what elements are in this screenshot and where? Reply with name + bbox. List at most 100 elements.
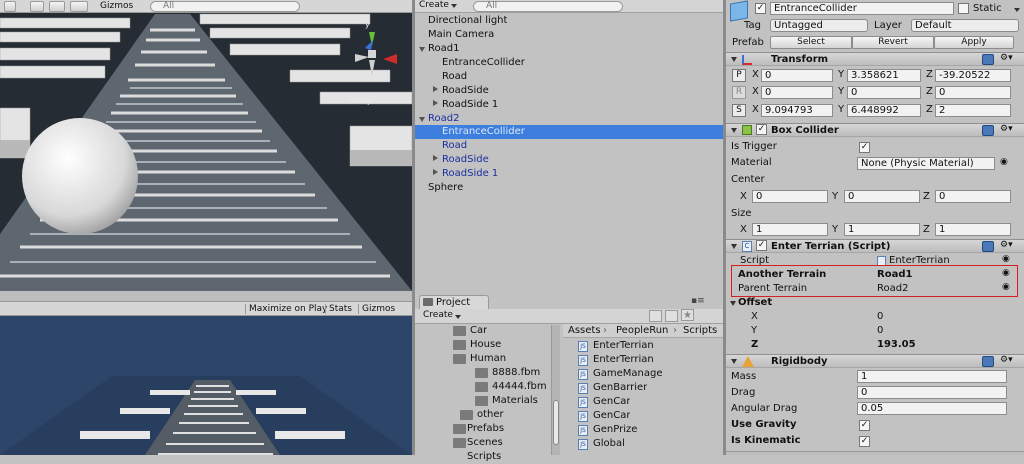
hierarchy-item[interactable]: Main Camera	[428, 28, 494, 42]
favorite-star-icon[interactable]: ★	[681, 309, 694, 321]
hierarchy-item[interactable]: Sphere	[428, 181, 463, 195]
transform-header[interactable]: Transform ⚙▾	[726, 52, 1024, 66]
object-picker-icon[interactable]: ◉	[1002, 268, 1010, 278]
tree-item[interactable]: Materials	[492, 394, 538, 408]
expand-arrow-icon[interactable]	[419, 47, 425, 52]
tab-project[interactable]: Project	[419, 295, 489, 309]
offset-z-value[interactable]: 193.05	[877, 339, 916, 350]
center-x-field[interactable]: 0	[752, 190, 828, 203]
collapse-arrow-icon[interactable]	[433, 100, 438, 106]
foldout-arrow-icon[interactable]	[731, 128, 737, 133]
offset-y-value[interactable]: 0	[877, 325, 883, 336]
material-field[interactable]: None (Physic Material)	[857, 157, 995, 170]
splitter[interactable]	[0, 291, 412, 301]
another-terrain-field[interactable]: Road1	[877, 269, 912, 280]
scale-y-field[interactable]: 6.448992	[847, 104, 921, 117]
hierarchy-item[interactable]: RoadSide 1	[442, 98, 498, 112]
rotation-reset-button[interactable]: R	[732, 86, 746, 99]
size-x-field[interactable]: 1	[752, 223, 828, 236]
is-kinematic-checkbox[interactable]: ✓	[859, 436, 870, 447]
hierarchy-item[interactable]: Road	[442, 139, 467, 153]
tree-scrollbar-thumb[interactable]	[553, 400, 559, 445]
file-item[interactable]: GenCar	[593, 409, 630, 423]
tag-dropdown[interactable]: Untagged	[770, 19, 868, 32]
scale-reset-button[interactable]: S	[732, 104, 746, 117]
component-menu-icon[interactable]: ⚙▾	[1000, 355, 1013, 365]
file-item[interactable]: GenPrize	[593, 423, 637, 437]
persp-label[interactable]: Persp	[348, 96, 373, 106]
enter-terrain-header[interactable]: C ✓ Enter Terrian (Script) ⚙▾	[726, 239, 1024, 253]
use-gravity-checkbox[interactable]: ✓	[859, 420, 870, 431]
prefab-revert-button[interactable]: Revert	[852, 36, 934, 49]
hierarchy-item-selected[interactable]: EntranceCollider	[442, 125, 525, 139]
position-y-field[interactable]: 3.358621	[847, 69, 921, 82]
position-z-field[interactable]: -39.20522	[935, 69, 1011, 82]
size-z-field[interactable]: 1	[935, 223, 1011, 236]
hierarchy-item[interactable]: RoadSide	[442, 84, 489, 98]
collapse-arrow-icon[interactable]	[433, 169, 438, 175]
breadcrumb-item[interactable]: PeopleRun	[616, 325, 668, 336]
foldout-arrow-icon[interactable]	[731, 244, 737, 249]
scale-z-field[interactable]: 2	[935, 104, 1011, 117]
center-y-field[interactable]: 0	[844, 190, 920, 203]
box-collider-enabled-checkbox[interactable]: ✓	[756, 124, 767, 135]
component-menu-icon[interactable]: ⚙▾	[1000, 240, 1013, 250]
tree-item[interactable]: 44444.fbm	[492, 380, 547, 394]
foldout-arrow-icon[interactable]	[731, 57, 737, 62]
prefab-select-button[interactable]: Select	[770, 36, 852, 49]
position-x-field[interactable]: 0	[761, 69, 833, 82]
audio-toggle-icon[interactable]	[70, 1, 88, 12]
tree-item[interactable]: Human	[470, 352, 506, 366]
hierarchy-item[interactable]: RoadSide 1	[442, 167, 498, 181]
is-trigger-checkbox[interactable]: ✓	[859, 142, 870, 153]
hierarchy-item[interactable]: RoadSide	[442, 153, 489, 167]
rigidbody-header[interactable]: Rigidbody ⚙▾	[726, 354, 1024, 368]
drag-field[interactable]: 0	[857, 386, 1007, 399]
file-item[interactable]: Global	[593, 437, 625, 451]
foldout-arrow-icon[interactable]	[731, 359, 737, 364]
component-menu-icon[interactable]: ⚙▾	[1000, 124, 1013, 134]
project-create-button[interactable]: Create	[423, 310, 453, 320]
collapse-arrow-icon[interactable]	[433, 155, 438, 161]
image-effects-icon[interactable]	[49, 1, 65, 12]
game-gizmos-button[interactable]: Gizmos	[358, 304, 395, 314]
hierarchy-item[interactable]: Road	[442, 70, 467, 84]
game-view[interactable]	[0, 316, 412, 455]
file-item[interactable]: GenCar	[593, 395, 630, 409]
stats-button[interactable]: Stats	[325, 304, 352, 314]
lighting-toggle-icon[interactable]	[30, 1, 44, 12]
static-checkbox[interactable]	[958, 3, 969, 14]
tree-scrollbar[interactable]	[551, 325, 560, 455]
tree-item[interactable]: Scenes	[467, 436, 503, 450]
tree-item[interactable]: Car	[470, 324, 487, 338]
active-checkbox[interactable]: ✓	[755, 3, 766, 14]
help-book-icon[interactable]	[982, 125, 994, 136]
tree-item[interactable]: Scripts	[467, 450, 501, 464]
parent-terrain-field[interactable]: Road2	[877, 283, 908, 294]
expand-arrow-icon[interactable]	[419, 117, 425, 122]
center-z-field[interactable]: 0	[935, 190, 1011, 203]
mass-field[interactable]: 1	[857, 370, 1007, 383]
breadcrumb-item[interactable]: Scripts	[683, 325, 717, 336]
scale-x-field[interactable]: 9.094793	[761, 104, 833, 117]
object-picker-icon[interactable]: ◉	[1000, 157, 1008, 167]
tree-item[interactable]: Prefabs	[467, 422, 504, 436]
breadcrumb-item[interactable]: Assets	[568, 325, 601, 336]
help-book-icon[interactable]	[982, 54, 994, 65]
offset-x-value[interactable]: 0	[877, 311, 883, 322]
panel-menu-icon[interactable]: ▪≡	[691, 296, 705, 306]
maximize-on-play-button[interactable]: Maximize on Play	[245, 304, 327, 314]
shaded-mode-button[interactable]	[4, 1, 16, 12]
angular-drag-field[interactable]: 0.05	[857, 402, 1007, 415]
filter-label-icon[interactable]	[665, 310, 678, 322]
tree-item[interactable]: other	[477, 408, 504, 422]
rotation-z-field[interactable]: 0	[935, 86, 1011, 99]
scene-gizmos-label[interactable]: Gizmos	[100, 1, 133, 11]
axis-gizmo-icon[interactable]	[345, 22, 405, 82]
tree-item[interactable]: House	[470, 338, 501, 352]
size-y-field[interactable]: 1	[844, 223, 920, 236]
hierarchy-search-input[interactable]: All	[473, 1, 623, 12]
hierarchy-item[interactable]: Directional light	[428, 14, 507, 28]
file-item[interactable]: EnterTerrian	[593, 353, 654, 367]
help-book-icon[interactable]	[982, 241, 994, 252]
